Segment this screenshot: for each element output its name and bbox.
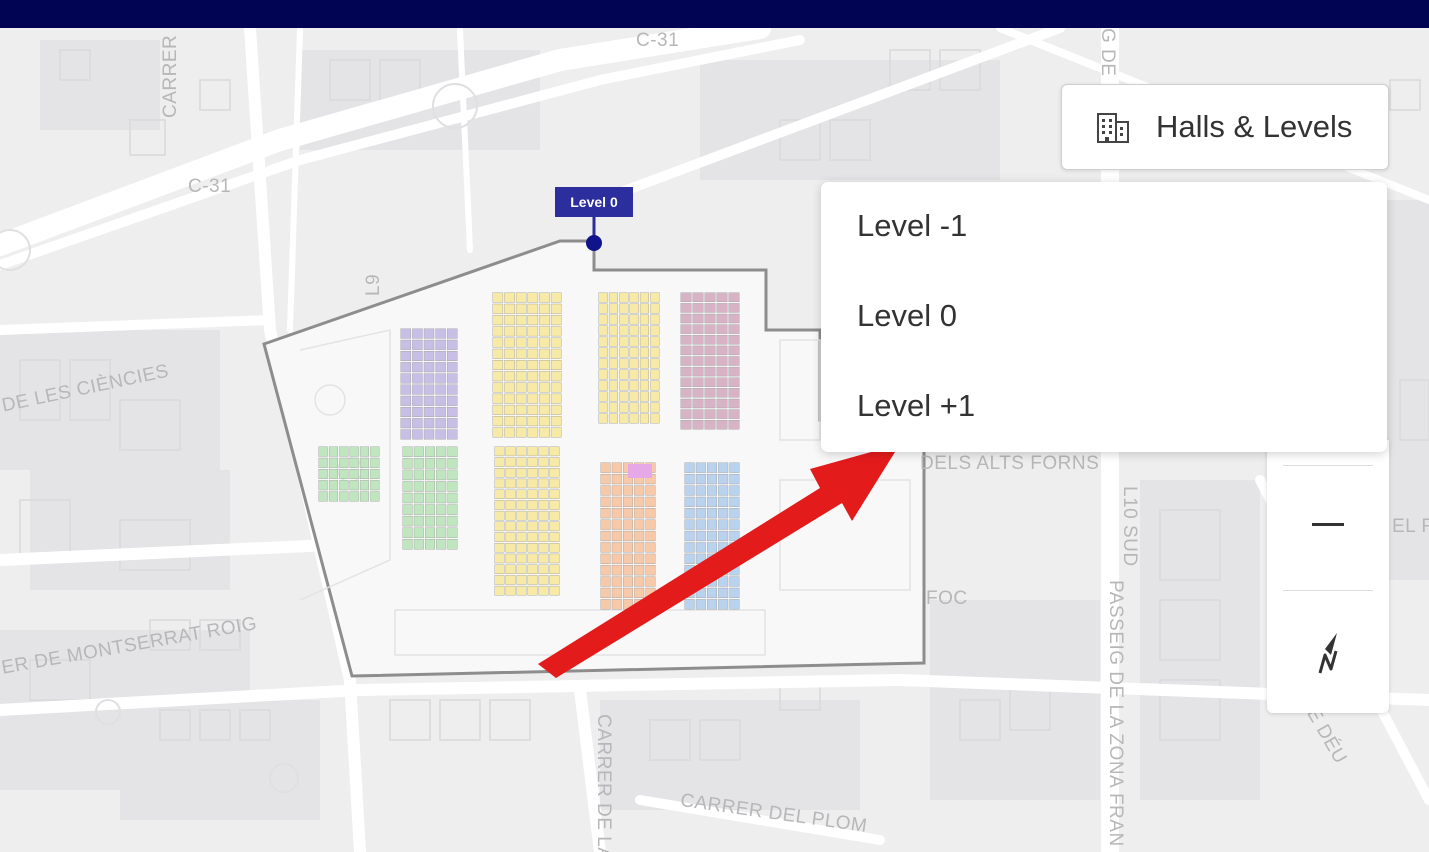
minus-icon — [1312, 523, 1344, 526]
controls-divider — [1283, 590, 1373, 591]
level-option-plus-1[interactable]: Level +1 — [857, 388, 975, 424]
building-icon — [1097, 113, 1129, 143]
road-label-c31-left: C-31 — [188, 176, 232, 197]
road-label-l9: L9 — [363, 273, 384, 296]
road-label-dels-alts-forns: DELS ALTS FORNS — [920, 453, 1100, 474]
road-label-el-fo: EL FO — [1392, 516, 1429, 537]
map-controls — [1267, 440, 1389, 713]
road-label-passeig: PASSEIG DE LA ZONA FRAN — [1105, 580, 1126, 847]
halls-levels-label: Halls & Levels — [1156, 109, 1353, 144]
controls-divider — [1283, 465, 1373, 466]
top-bar — [0, 0, 1429, 28]
levels-dropdown: Level -1 Level 0 Level +1 — [821, 182, 1387, 452]
halls-levels-button[interactable]: Halls & Levels — [1061, 84, 1389, 170]
road-label-g-de: G DE — [1097, 28, 1118, 77]
level-option-0[interactable]: Level 0 — [857, 298, 957, 334]
venue-level-marker[interactable]: Level 0 — [555, 187, 633, 217]
level-option-minus-1[interactable]: Level -1 — [857, 208, 967, 244]
road-label-carrer-top: CARRER — [160, 34, 181, 118]
north-arrow-icon — [1318, 633, 1338, 674]
hall-pink-stand — [628, 464, 652, 478]
compass-button[interactable] — [1267, 598, 1389, 708]
road-label-l10-sud: L10 SUD — [1119, 486, 1140, 567]
road-label-foc: FOC — [926, 588, 968, 609]
road-label-carrer-de-la: CARRER DE LA — [593, 714, 614, 852]
hall-green-b — [402, 446, 458, 550]
zoom-out-button[interactable] — [1267, 470, 1389, 580]
road-label-c31-top: C-31 — [636, 30, 680, 51]
